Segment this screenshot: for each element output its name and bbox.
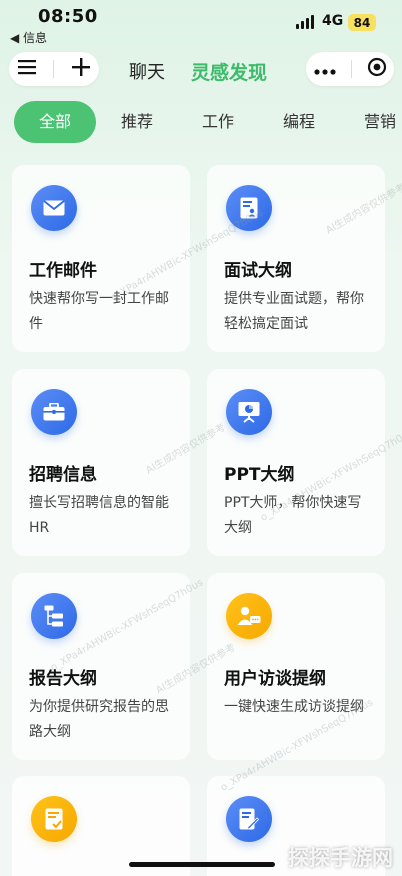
network-type: 4G bbox=[322, 13, 344, 29]
card-partial-left[interactable] bbox=[12, 776, 190, 876]
card-report-outline[interactable]: 报告大纲 为你提供研究报告的思路大纲 bbox=[12, 573, 190, 760]
more-icon[interactable] bbox=[313, 60, 336, 79]
card-desc: PPT大师，帮你快速写大纲 bbox=[224, 495, 362, 536]
card-work-email[interactable]: 工作邮件 快速帮你写一封工作邮件 bbox=[12, 165, 190, 352]
category-coding[interactable]: 编程 bbox=[283, 101, 315, 143]
user-chat-icon bbox=[226, 593, 272, 639]
category-tabs: 全部 推荐 工作 编程 营销 bbox=[0, 101, 402, 143]
add-icon[interactable] bbox=[72, 58, 91, 80]
outline-tree-icon bbox=[31, 593, 77, 639]
card-title: PPT大纲 bbox=[224, 465, 295, 485]
close-target-icon[interactable] bbox=[367, 57, 387, 81]
briefcase-icon bbox=[31, 389, 77, 435]
category-recommend[interactable]: 推荐 bbox=[121, 101, 153, 143]
card-desc: 快速帮你写一封工作邮件 bbox=[29, 291, 169, 332]
menu-icon[interactable] bbox=[17, 59, 36, 79]
capsule-divider bbox=[350, 60, 352, 78]
signal-icon bbox=[296, 15, 314, 29]
doc-check-icon bbox=[31, 796, 77, 842]
card-desc: 擅长写招聘信息的智能HR bbox=[29, 495, 169, 536]
miniprogram-capsule bbox=[306, 52, 394, 86]
card-title: 报告大纲 bbox=[29, 669, 97, 689]
card-desc: 提供专业面试题，帮你轻松搞定面试 bbox=[224, 291, 364, 332]
category-marketing[interactable]: 营销 bbox=[364, 101, 396, 143]
card-ppt-outline[interactable]: PPT大纲 PPT大师，帮你快速写大纲 bbox=[207, 369, 385, 556]
battery-icon: 84 bbox=[348, 14, 376, 31]
home-indicator[interactable] bbox=[129, 862, 275, 867]
resume-icon bbox=[226, 185, 272, 231]
status-bar: 08:50 ◀ 信息 4G 84 bbox=[0, 0, 402, 48]
back-to-app-link[interactable]: ◀ 信息 bbox=[10, 29, 47, 46]
clock: 08:50 bbox=[38, 6, 98, 27]
tab-discover[interactable]: 灵感发现 bbox=[191, 58, 267, 85]
presentation-icon bbox=[226, 389, 272, 435]
card-title: 面试大纲 bbox=[224, 261, 292, 281]
category-work[interactable]: 工作 bbox=[202, 101, 234, 143]
card-user-interview[interactable]: 用户访谈提纲 一键快速生成访谈提纲 bbox=[207, 573, 385, 760]
card-recruitment[interactable]: 招聘信息 擅长写招聘信息的智能HR bbox=[12, 369, 190, 556]
capsule-divider bbox=[53, 60, 55, 78]
card-title: 用户访谈提纲 bbox=[224, 669, 326, 689]
nav-bar: 聊天 灵感发现 bbox=[0, 50, 402, 90]
site-watermark-logo: 探探手游网 bbox=[288, 846, 393, 870]
menu-capsule bbox=[9, 52, 99, 86]
doc-edit-icon bbox=[226, 796, 272, 842]
card-desc: 为你提供研究报告的思路大纲 bbox=[29, 699, 169, 740]
tab-chat[interactable]: 聊天 bbox=[129, 58, 165, 84]
card-title: 工作邮件 bbox=[29, 261, 97, 281]
card-desc: 一键快速生成访谈提纲 bbox=[224, 699, 364, 715]
card-title: 招聘信息 bbox=[29, 465, 97, 485]
mail-icon bbox=[31, 185, 77, 231]
card-interview-outline[interactable]: 面试大纲 提供专业面试题，帮你轻松搞定面试 bbox=[207, 165, 385, 352]
category-all[interactable]: 全部 bbox=[14, 101, 96, 143]
